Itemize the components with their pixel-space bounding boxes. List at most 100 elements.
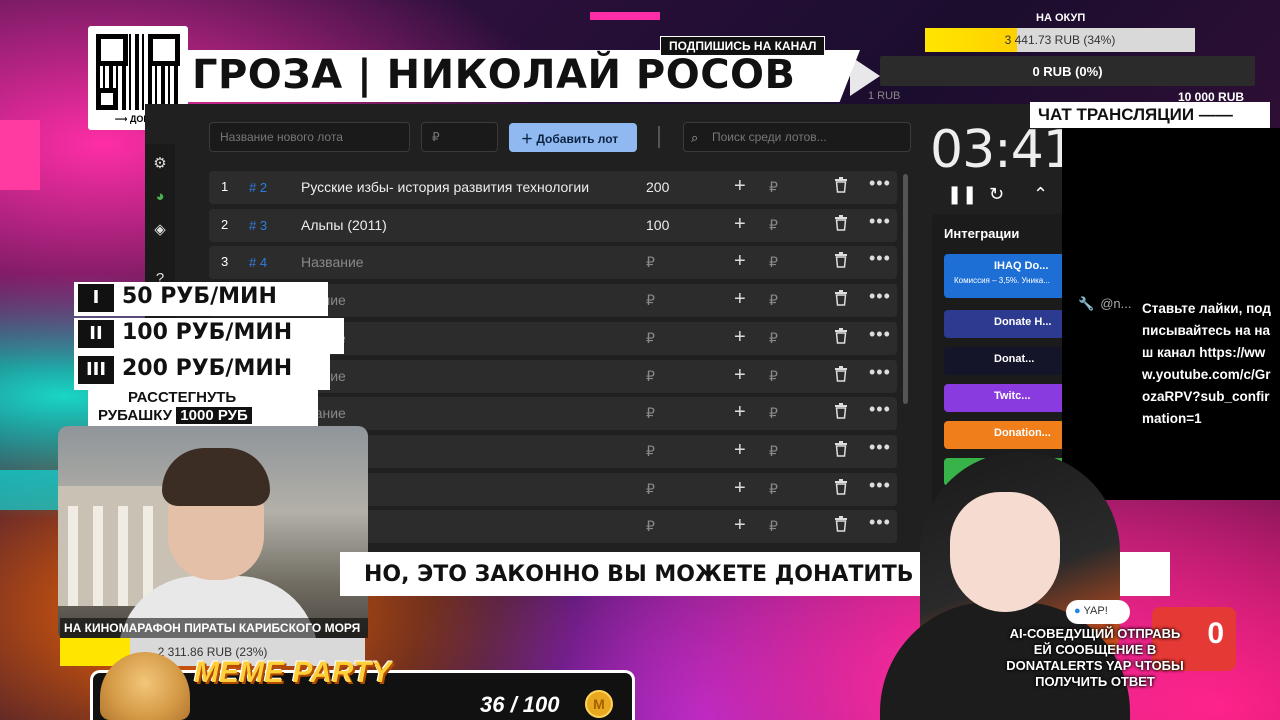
tier-text: 50 РУБ/МИН: [122, 284, 277, 309]
lot-row[interactable]: 1 # 2 Русские избы- история развития техно…: [209, 171, 897, 204]
integration-item[interactable]: Donat...: [944, 347, 1062, 375]
rub-input[interactable]: ₽: [769, 179, 778, 196]
add-lot-button[interactable]: ＋ Добавить лот: [509, 123, 637, 152]
chevron-up-icon[interactable]: ⌃: [1033, 184, 1048, 205]
rub-input[interactable]: ₽: [769, 481, 778, 498]
coin-icon: M: [585, 690, 613, 718]
auction-timer: 03:41: [930, 120, 1062, 180]
rub-input[interactable]: ₽: [769, 254, 778, 271]
qr-code-image: [96, 34, 180, 110]
add-amount-icon[interactable]: +: [734, 401, 746, 424]
rub-input[interactable]: ₽: [769, 330, 778, 347]
lot-amount-field[interactable]: 100: [646, 217, 669, 233]
lot-amount-field[interactable]: ₽: [646, 443, 655, 460]
lot-name-field[interactable]: Альпы (2011): [301, 217, 387, 233]
rub-input[interactable]: ₽: [769, 368, 778, 385]
more-options-icon[interactable]: •••: [869, 211, 891, 232]
lot-row[interactable]: 2 # 3 Альпы (2011) 100 + ₽ •••: [209, 208, 897, 242]
add-amount-icon[interactable]: +: [734, 364, 746, 387]
add-amount-icon[interactable]: +: [734, 175, 746, 198]
lot-name-input[interactable]: Название нового лота: [209, 122, 410, 152]
glitch-block: [0, 470, 60, 510]
trash-icon[interactable]: [834, 290, 848, 306]
second-goal-min: 1 RUB: [868, 90, 901, 102]
streamer-hair: [162, 448, 270, 506]
lot-amount-field[interactable]: ₽: [646, 405, 655, 422]
yap-label: YAP!: [1083, 605, 1108, 617]
add-amount-icon[interactable]: +: [734, 326, 746, 349]
rub-input[interactable]: ₽: [769, 443, 778, 460]
shirt-line2: РУБАШКУ: [98, 407, 173, 424]
add-lot-label: Добавить лот: [536, 132, 619, 146]
more-options-icon[interactable]: •••: [869, 173, 891, 194]
add-amount-icon[interactable]: +: [734, 439, 746, 462]
rub-input[interactable]: ₽: [769, 292, 778, 309]
search-icon: ⌕: [691, 130, 699, 145]
lot-number: 3: [221, 254, 229, 270]
trash-icon[interactable]: [834, 214, 848, 231]
payback-goal-bar: 3 441.73 RUB (34%): [925, 28, 1195, 52]
chat-message-text: Ставьте лайки, подписывайтесь на наш кан…: [1142, 301, 1271, 426]
tier-2: II 100 РУБ/МИН: [74, 318, 344, 354]
add-amount-icon[interactable]: +: [734, 213, 746, 236]
meme-party-title: MEME PARTY: [194, 656, 392, 689]
lot-amount-field[interactable]: ₽: [646, 254, 655, 271]
pie-chart-icon[interactable]: ◕: [152, 189, 168, 205]
add-amount-icon[interactable]: +: [734, 250, 746, 273]
integration-item[interactable]: IHAQ Do... Комиссия – 3,5%. Уника...: [944, 254, 1062, 298]
lot-list-scrollbar[interactable]: [903, 174, 908, 404]
add-amount-icon[interactable]: +: [734, 514, 746, 537]
integration-item[interactable]: Twitc...: [944, 384, 1062, 412]
lot-name-field[interactable]: Русские избы- история развития технологи…: [301, 179, 589, 195]
more-options-icon[interactable]: •••: [869, 324, 891, 345]
layers-icon[interactable]: ◈: [152, 222, 168, 238]
add-amount-icon[interactable]: +: [734, 477, 746, 500]
lot-number: 1: [221, 179, 229, 194]
lot-amount-input[interactable]: ₽: [421, 122, 498, 152]
rub-input[interactable]: ₽: [769, 217, 778, 234]
lot-name-field[interactable]: Название: [301, 254, 364, 270]
tier-badge: II: [78, 320, 114, 348]
lot-amount-field[interactable]: ₽: [646, 292, 655, 309]
webcam-view: [58, 426, 368, 641]
meme-party-count: 36 / 100: [480, 692, 560, 717]
shirt-price: 1000 РУБ: [176, 407, 252, 424]
lot-amount-field[interactable]: ₽: [646, 481, 655, 498]
trash-icon[interactable]: [834, 177, 848, 193]
rub-input[interactable]: ₽: [769, 405, 778, 422]
cam-goal-caption: НА КИНОМАРАФОН ПИРАТЫ КАРИБСКОГО МОРЯ: [60, 618, 368, 638]
trash-icon[interactable]: [834, 403, 848, 419]
trash-icon[interactable]: [834, 327, 848, 344]
glitch-bar: [590, 12, 660, 20]
tier-text: 100 РУБ/МИН: [122, 320, 293, 345]
payback-goal-label: НА ОКУП: [1036, 12, 1086, 24]
lot-search-input[interactable]: Поиск среди лотов...: [683, 122, 911, 152]
integration-item[interactable]: Donation...: [944, 421, 1062, 449]
pause-icon[interactable]: ❚❚: [947, 184, 977, 205]
page-title: ГРОЗА | НИКОЛАЙ РОСОВ: [192, 52, 796, 98]
integration-item[interactable]: Donate H...: [944, 310, 1062, 338]
trash-icon[interactable]: [834, 252, 848, 269]
chat-message: 🔧 @n... Ставьте лайки, подписывайтесь на …: [1078, 296, 1278, 426]
toolbar-divider: [658, 126, 660, 148]
chat-bubble-icon: ●: [1074, 605, 1084, 617]
integration-sub: Комиссия – 3,5%. Уника...: [954, 276, 1050, 285]
more-options-icon[interactable]: •••: [869, 248, 891, 269]
gear-icon[interactable]: ⚙: [152, 156, 168, 172]
trash-icon[interactable]: [834, 365, 848, 382]
lot-amount-field[interactable]: ₽: [646, 330, 655, 347]
integration-label: Twitc...: [994, 390, 1031, 402]
integrations-title: Интеграции: [944, 226, 1020, 241]
shirt-line1: РАССТЕГНУТЬ: [128, 389, 237, 406]
more-options-icon[interactable]: •••: [869, 362, 891, 383]
reset-icon[interactable]: ↻: [989, 184, 1004, 205]
integration-label: Donate H...: [994, 316, 1052, 328]
add-amount-icon[interactable]: +: [734, 288, 746, 311]
lot-row[interactable]: 3 # 4 Название ₽ + ₽ •••: [209, 246, 897, 280]
rub-input[interactable]: ₽: [769, 518, 778, 535]
more-options-icon[interactable]: •••: [869, 399, 891, 420]
lot-amount-field[interactable]: ₽: [646, 518, 655, 535]
lot-amount-field[interactable]: 200: [646, 179, 669, 195]
lot-amount-field[interactable]: ₽: [646, 368, 655, 385]
more-options-icon[interactable]: •••: [869, 286, 891, 307]
